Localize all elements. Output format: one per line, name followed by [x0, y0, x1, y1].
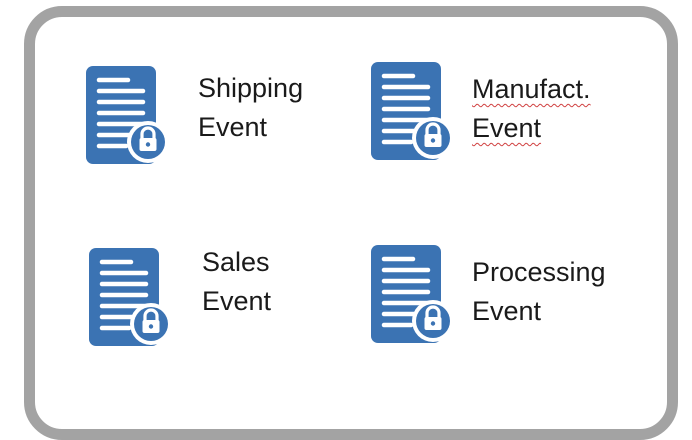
event-label-line2: Event — [202, 286, 272, 316]
event-label: Sales Event — [202, 243, 271, 321]
event-label: Manufact. Event — [472, 70, 591, 148]
event-label: Processing Event — [472, 253, 606, 331]
event-label-line1: Manufact. — [472, 74, 591, 104]
event-label-line2: Event — [472, 296, 542, 326]
event-label-line1: Sales — [202, 247, 270, 277]
event-label-line2: Event — [472, 113, 542, 143]
event-label-line2: Event — [198, 112, 268, 142]
event-label-line1: Processing — [472, 257, 606, 287]
event-label-line1: Shipping — [198, 73, 304, 103]
locked-document-icon — [84, 64, 174, 168]
locked-document-icon — [369, 243, 459, 347]
event-label: Shipping Event — [198, 69, 303, 147]
locked-document-icon — [87, 246, 177, 350]
locked-document-icon — [369, 60, 459, 164]
